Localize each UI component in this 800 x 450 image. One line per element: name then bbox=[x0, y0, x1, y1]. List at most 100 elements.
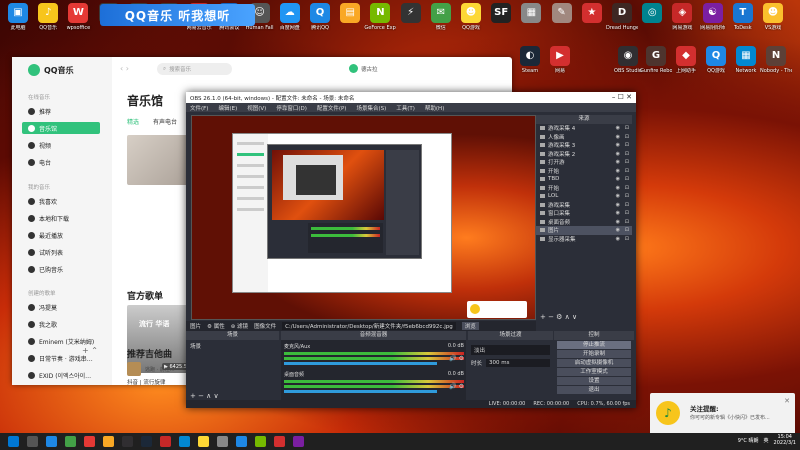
desktop-icon[interactable]: N GeForce Experience bbox=[364, 3, 396, 31]
sidebar-item[interactable]: 我之歌 bbox=[22, 318, 100, 330]
volume-slider[interactable] bbox=[284, 362, 437, 365]
visibility-icon[interactable]: ◉ bbox=[616, 185, 620, 191]
lock-icon[interactable]: ⊡ bbox=[625, 176, 629, 182]
desktop-icon[interactable]: SF bbox=[485, 3, 517, 25]
visibility-icon[interactable]: ◉ bbox=[616, 202, 620, 208]
image-path-field[interactable]: C:/Users/Administrator/Desktop/新建文件夹/f5e… bbox=[282, 322, 456, 330]
source-item[interactable]: 人像画 ◉ ⊡ bbox=[536, 133, 632, 142]
lock-icon[interactable]: ⊡ bbox=[625, 151, 629, 157]
visibility-icon[interactable]: ◉ bbox=[616, 236, 620, 242]
lock-icon[interactable]: ⊡ bbox=[625, 185, 629, 191]
desktop-icon[interactable]: Wwpsoffice bbox=[62, 3, 94, 31]
control-button[interactable]: 开始录制 bbox=[557, 350, 631, 358]
sidebar-item[interactable]: 音乐馆 bbox=[22, 122, 100, 134]
control-button[interactable]: 退出 bbox=[557, 386, 631, 394]
visibility-icon[interactable]: ◉ bbox=[616, 159, 620, 165]
lock-icon[interactable]: ⊡ bbox=[625, 159, 629, 165]
visibility-icon[interactable]: ◉ bbox=[616, 134, 620, 140]
taskbar-app[interactable] bbox=[293, 436, 304, 447]
source-item[interactable]: 打开游 ◉ ⊡ bbox=[536, 158, 632, 167]
taskbar-app[interactable] bbox=[274, 436, 285, 447]
desktop-icon[interactable]: ☻ VS游戏 bbox=[757, 3, 789, 31]
lock-icon[interactable]: ⊡ bbox=[625, 227, 629, 233]
visibility-icon[interactable]: ◉ bbox=[616, 227, 620, 233]
source-item[interactable]: 游戏采集 3 ◉ ⊡ bbox=[536, 141, 632, 150]
search-input[interactable]: ⌕ 搜索音乐 bbox=[157, 63, 232, 75]
playlist-caption[interactable]: 抖音 | 流行旋律 bbox=[127, 378, 165, 386]
desktop-icon[interactable]: ☯ 网易阴阳师 bbox=[697, 3, 729, 31]
taskbar-app[interactable] bbox=[236, 436, 247, 447]
sidebar-item[interactable]: 日常节奏 · 游戏串… bbox=[22, 352, 100, 364]
control-button[interactable]: 设置 bbox=[557, 377, 631, 385]
menu-item[interactable]: 文件(F) bbox=[190, 104, 208, 112]
desktop-icon[interactable]: T ToDesk bbox=[727, 3, 759, 31]
taskbar-app[interactable] bbox=[84, 436, 95, 447]
mixer-controls[interactable]: 🔊 ⚙ bbox=[449, 383, 464, 390]
menu-item[interactable]: 视图(V) bbox=[247, 104, 266, 112]
transition-select[interactable]: 淡出 bbox=[471, 345, 550, 355]
sidebar-item[interactable]: 冯提莫 bbox=[22, 301, 100, 313]
lock-icon[interactable]: ⊡ bbox=[625, 202, 629, 208]
visibility-icon[interactable]: ◉ bbox=[616, 168, 620, 174]
sidebar-item[interactable]: 视频 bbox=[22, 139, 100, 151]
source-tools[interactable]: + − ⚙ ∧ ∨ bbox=[540, 313, 577, 321]
desktop-icon[interactable]: ▦ Network bbox=[730, 46, 762, 74]
qq-tab[interactable]: 精选 bbox=[127, 117, 139, 126]
source-item[interactable]: 游戏采集 ◉ ⊡ bbox=[536, 201, 632, 210]
desktop-icon[interactable]: ✎ bbox=[546, 3, 578, 25]
desktop-icon[interactable]: ★ bbox=[576, 3, 608, 25]
desktop-icon[interactable]: ▣ 此电脑 bbox=[2, 3, 34, 31]
taskbar-app[interactable] bbox=[27, 436, 38, 447]
desktop-icon[interactable]: ◈ 网易游戏 bbox=[666, 3, 698, 31]
menu-item[interactable]: 配置文件(P) bbox=[317, 104, 347, 112]
browse-button[interactable]: 浏览 bbox=[461, 322, 479, 330]
menu-item[interactable]: 场景集合(S) bbox=[356, 104, 386, 112]
nav-arrows[interactable]: ‹ › bbox=[120, 64, 129, 73]
sidebar-item[interactable]: 已购音乐 bbox=[22, 263, 100, 275]
menu-item[interactable]: 编辑(E) bbox=[218, 104, 237, 112]
lock-icon[interactable]: ⊡ bbox=[625, 236, 629, 242]
lock-icon[interactable]: ⊡ bbox=[625, 134, 629, 140]
source-item[interactable]: 图片 ◉ ⊡ bbox=[536, 226, 632, 235]
source-item[interactable]: TBD ◉ ⊡ bbox=[536, 175, 632, 184]
source-item[interactable]: 游戏采集 2 ◉ ⊡ bbox=[536, 150, 632, 159]
source-item[interactable]: 游戏采集 4 ◉ ⊡ bbox=[536, 124, 632, 133]
menu-item[interactable]: 停靠窗口(D) bbox=[276, 104, 307, 112]
desktop-icon[interactable]: G Gunfire Reborn bbox=[640, 46, 672, 74]
sidebar-item[interactable]: EXID (이엑스아이… bbox=[22, 369, 100, 381]
taskbar-app[interactable] bbox=[65, 436, 76, 447]
user-profile[interactable]: 德古拉 bbox=[349, 64, 378, 73]
song-list-item[interactable]: 逃跑 · 前往... bbox=[127, 362, 175, 376]
lang-indicator[interactable]: 英 bbox=[764, 437, 769, 444]
close-icon[interactable]: ✕ bbox=[784, 397, 790, 405]
notification-toast[interactable]: ♪ 关注提醒: 你可可的新专辑《小快闪》已发布... ✕ bbox=[650, 393, 795, 435]
volume-slider[interactable] bbox=[284, 390, 437, 393]
taskbar-app[interactable] bbox=[255, 436, 266, 447]
desktop-icon[interactable]: ◆ 上网助手 bbox=[670, 46, 702, 74]
source-item[interactable]: 开始 ◉ ⊡ bbox=[536, 184, 632, 193]
sidebar-item[interactable]: 我喜欢 bbox=[22, 195, 100, 207]
taskbar-app[interactable] bbox=[160, 436, 171, 447]
source-item[interactable]: 显示器采集 ◉ ⊡ bbox=[536, 235, 632, 244]
lock-icon[interactable]: ⊡ bbox=[625, 210, 629, 216]
taskbar-app[interactable] bbox=[198, 436, 209, 447]
lock-icon[interactable]: ⊡ bbox=[625, 168, 629, 174]
visibility-icon[interactable]: ◉ bbox=[616, 151, 620, 157]
sidebar-item[interactable]: 推荐 bbox=[22, 105, 100, 117]
window-controls[interactable]: – ☐ ✕ bbox=[612, 93, 632, 101]
lock-icon[interactable]: ⊡ bbox=[625, 142, 629, 148]
start-button[interactable] bbox=[8, 436, 19, 447]
desktop-icon[interactable]: ⚡ bbox=[395, 3, 427, 25]
visibility-icon[interactable]: ◉ bbox=[616, 210, 620, 216]
properties-button[interactable]: ⚙ 属性 bbox=[207, 322, 225, 330]
control-button[interactable]: 工作室模式 bbox=[557, 368, 631, 376]
lock-icon[interactable]: ⊡ bbox=[625, 125, 629, 131]
scene-item[interactable]: 场景 bbox=[190, 342, 275, 350]
taskbar-app[interactable] bbox=[217, 436, 228, 447]
desktop-icon[interactable]: ▤ bbox=[334, 3, 366, 25]
desktop-icon[interactable]: ♪ QQ音乐 bbox=[32, 3, 64, 31]
desktop-icon[interactable]: ◐ Steam bbox=[514, 46, 546, 74]
desktop-icon[interactable]: ✉ 微信 bbox=[425, 3, 457, 31]
taskbar-app[interactable] bbox=[179, 436, 190, 447]
taskbar-app[interactable] bbox=[46, 436, 57, 447]
